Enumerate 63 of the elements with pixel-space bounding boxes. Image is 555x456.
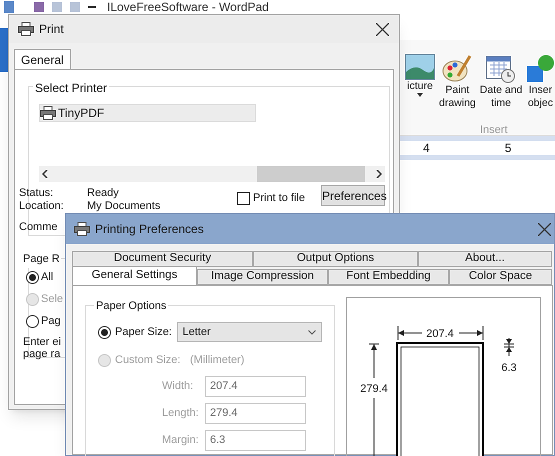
tab[interactable]: Font Embedding	[328, 269, 449, 285]
info-value: Ready	[87, 187, 119, 199]
radio-label: All	[41, 270, 54, 285]
info-label: Location:	[19, 200, 65, 212]
scroll-right-icon[interactable]	[376, 170, 382, 178]
tab[interactable]: About...	[418, 251, 552, 267]
tab[interactable]: Color Space	[449, 269, 552, 285]
info-value: My Documents	[87, 200, 160, 212]
radio-label: Custom Size:	[115, 352, 180, 368]
group-label: Page R	[22, 251, 61, 268]
horizontal-scrollbar[interactable]	[39, 166, 385, 182]
toolbar-icons-drawing[interactable]	[4, 1, 99, 13]
printer-icon	[40, 106, 56, 120]
hint-text: Enter ei	[23, 336, 61, 348]
ribbon-group-label: Insert	[480, 123, 508, 138]
height-value: 279.4	[360, 383, 388, 395]
calendar-clock-icon	[486, 54, 516, 84]
window-title: ILoveFreeSoftware - WordPad	[107, 0, 269, 14]
checkbox-label: Print to file	[253, 191, 305, 206]
caret-icon	[417, 93, 423, 97]
chevron-down-icon	[308, 330, 316, 334]
paper-size-select[interactable]: Letter	[176, 322, 322, 342]
margin-marker	[504, 338, 514, 356]
tab[interactable]: Output Options	[253, 251, 418, 267]
palette-icon	[442, 54, 472, 84]
tab[interactable]: General	[14, 49, 71, 69]
tab[interactable]: General Settings	[72, 266, 197, 285]
field-label: Margin:	[161, 432, 200, 448]
radio-button[interactable]	[26, 270, 39, 284]
preferences-button[interactable]: Preferences	[321, 185, 385, 206]
close-icon[interactable]	[376, 22, 389, 36]
field-label: Length:	[161, 406, 200, 421]
width-value: 207.4	[426, 328, 454, 340]
dialog-title: Print	[39, 21, 64, 38]
ribbon-button[interactable]: Date and time	[478, 54, 524, 110]
landscape-picture-icon	[405, 54, 435, 80]
ribbon-button[interactable]: Inser objec	[525, 54, 555, 110]
printer-item[interactable]: TinyPDF	[39, 104, 256, 122]
info-label: Comme	[19, 221, 58, 233]
radio-label: Pag	[41, 314, 61, 329]
field-label: Width:	[161, 378, 194, 394]
printer-icon	[18, 22, 34, 36]
ribbon-button[interactable]: Paint drawing	[438, 54, 477, 110]
printer-icon	[74, 222, 90, 236]
hint-text: page ra	[23, 348, 61, 360]
print-to-file-checkbox[interactable]	[237, 192, 250, 205]
radio-label: Sele	[41, 292, 64, 307]
radio-button[interactable]	[98, 326, 111, 338]
tab[interactable]: Image Compression	[197, 269, 328, 285]
radio-button[interactable]	[26, 314, 39, 328]
ribbon-button[interactable]: icture	[404, 54, 436, 110]
radio-label: Paper Size:	[115, 324, 172, 340]
margin-value: 6.3	[501, 362, 517, 374]
ruler-number: 4	[423, 140, 430, 157]
scroll-left-icon[interactable]	[42, 170, 48, 178]
shapes-icon	[526, 54, 554, 84]
tab[interactable]: Document Security	[72, 251, 253, 267]
group-label: Paper Options	[94, 298, 168, 314]
close-icon[interactable]	[538, 222, 551, 236]
info-label: Status:	[19, 187, 54, 199]
dialog-title: Printing Preferences	[95, 221, 204, 238]
unit-label: (Millimeter)	[190, 352, 244, 368]
ruler-number: 5	[504, 140, 512, 157]
